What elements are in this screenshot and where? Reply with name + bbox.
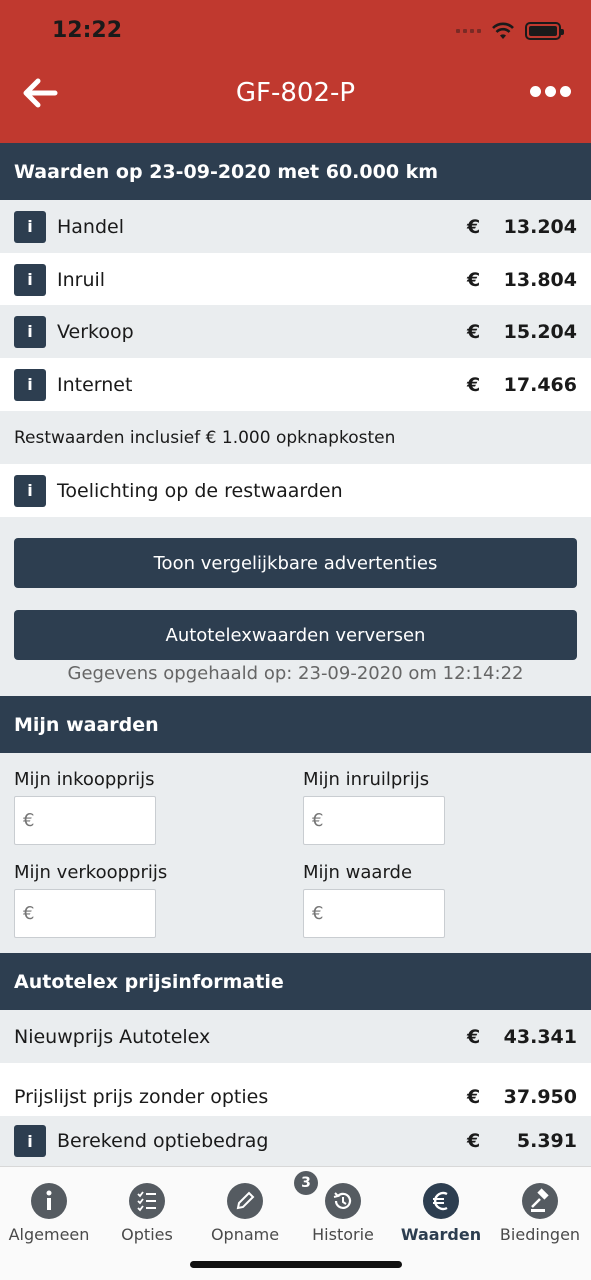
- purchase-price-input[interactable]: [14, 796, 156, 845]
- tab-historie[interactable]: 3 Historie: [294, 1171, 392, 1244]
- tab-opname[interactable]: Opname: [196, 1183, 294, 1244]
- history-icon: [325, 1183, 361, 1219]
- show-ads-button[interactable]: Toon vergelijkbare advertenties: [14, 538, 577, 588]
- checklist-icon: [129, 1183, 165, 1219]
- currency-symbol: €: [467, 320, 481, 343]
- values-section-header: Waarden op 23-09-2020 met 60.000 km: [0, 143, 591, 200]
- signal-icon: [456, 29, 481, 33]
- currency-symbol: €: [467, 1130, 481, 1152]
- row-value: 5.391: [516, 1130, 577, 1152]
- tradein-price-input[interactable]: [303, 796, 445, 845]
- tab-label: Waarden: [400, 1225, 482, 1244]
- value-row-verkoop: i Verkoop € 15.204: [0, 305, 591, 358]
- price-row-new: Nieuwprijs Autotelex € 43.341: [0, 1010, 591, 1063]
- my-values-title: Mijn waarden: [14, 713, 159, 736]
- row-value: 13.204: [503, 215, 577, 238]
- info-icon[interactable]: i: [14, 210, 46, 243]
- row-value: 15.204: [503, 320, 577, 343]
- row-label: Prijslijst prijs zonder opties: [14, 1086, 269, 1108]
- info-icon[interactable]: i: [14, 1125, 46, 1157]
- row-value: 17.466: [503, 373, 577, 396]
- row-label: Nieuwprijs Autotelex: [14, 1025, 211, 1048]
- info-icon[interactable]: i: [14, 368, 46, 401]
- row-label: Handel: [57, 215, 125, 238]
- tab-label: Biedingen: [499, 1225, 581, 1244]
- tab-label: Opname: [210, 1225, 280, 1244]
- field-label: Mijn inkoopprijs: [14, 769, 155, 790]
- tab-label: Algemeen: [8, 1225, 90, 1244]
- more-options-button[interactable]: [530, 86, 571, 97]
- gavel-icon: [522, 1183, 558, 1219]
- currency-symbol: €: [467, 1086, 481, 1108]
- battery-icon: [525, 22, 564, 40]
- tab-label: Opties: [121, 1225, 173, 1244]
- row-value: 37.950: [503, 1086, 577, 1108]
- tab-label: Historie: [312, 1225, 374, 1244]
- price-row-pricelist: Prijslijst prijs zonder opties € 37.950: [0, 1063, 591, 1116]
- status-time: 12:22: [52, 18, 123, 43]
- info-icon[interactable]: i: [14, 263, 46, 296]
- restwaarden-note: Restwaarden inclusief € 1.000 opknapkost…: [0, 411, 591, 464]
- currency-symbol: €: [467, 268, 481, 291]
- tab-algemeen[interactable]: Algemeen: [0, 1183, 98, 1244]
- value-row-handel: i Handel € 13.204: [0, 200, 591, 253]
- currency-symbol: €: [467, 373, 481, 396]
- row-label: Berekend optiebedrag: [57, 1130, 269, 1152]
- my-values-header: Mijn waarden: [0, 696, 591, 753]
- status-icons: [456, 22, 564, 40]
- sale-price-input[interactable]: [14, 889, 156, 938]
- tab-opties[interactable]: Opties: [98, 1183, 196, 1244]
- euro-icon: [423, 1183, 459, 1219]
- note-text: Restwaarden inclusief € 1.000 opknapkost…: [14, 427, 396, 448]
- field-label: Mijn inruilprijs: [303, 769, 430, 790]
- info-icon[interactable]: i: [14, 474, 46, 507]
- field-label: Mijn verkoopprijs: [14, 862, 168, 883]
- value-row-inruil: i Inruil € 13.804: [0, 253, 591, 306]
- my-value-input[interactable]: [303, 889, 445, 938]
- tab-waarden[interactable]: Waarden: [392, 1183, 490, 1244]
- info-icon[interactable]: i: [14, 315, 46, 348]
- row-label: Internet: [57, 373, 133, 396]
- price-info-header: Autotelex prijsinformatie: [0, 953, 591, 1010]
- row-value: 13.804: [503, 268, 577, 291]
- explanation-label: Toelichting op de restwaarden: [57, 479, 343, 502]
- notification-badge: 3: [294, 1171, 318, 1195]
- value-row-internet: i Internet € 17.466: [0, 358, 591, 411]
- row-value: 43.341: [503, 1025, 577, 1048]
- wifi-icon: [492, 22, 514, 39]
- currency-symbol: €: [467, 1025, 481, 1048]
- price-info-title: Autotelex prijsinformatie: [14, 970, 284, 993]
- top-bar: 12:22 GF-802-P: [0, 0, 591, 143]
- tab-biedingen[interactable]: Biedingen: [490, 1183, 590, 1244]
- row-label: Inruil: [57, 268, 106, 291]
- price-row-options: i Berekend optiebedrag € 5.391: [0, 1116, 591, 1166]
- home-indicator: [190, 1261, 402, 1268]
- pencil-icon: [227, 1183, 263, 1219]
- row-label: Verkoop: [57, 320, 134, 343]
- currency-symbol: €: [467, 215, 481, 238]
- fetched-timestamp: Gegevens opgehaald op: 23-09-2020 om 12:…: [67, 663, 524, 684]
- refresh-values-button[interactable]: Autotelexwaarden verversen: [14, 610, 577, 660]
- explanation-row[interactable]: i Toelichting op de restwaarden: [0, 464, 591, 517]
- info-icon: [31, 1183, 67, 1219]
- field-label: Mijn waarde: [303, 862, 413, 883]
- page-title: GF-802-P: [235, 78, 356, 108]
- values-section-title: Waarden op 23-09-2020 met 60.000 km: [14, 160, 439, 183]
